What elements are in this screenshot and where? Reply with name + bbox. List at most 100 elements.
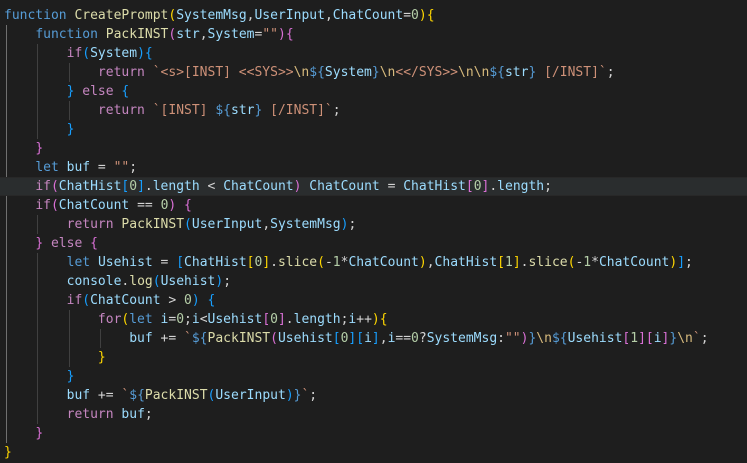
code-line[interactable]: if(ChatHist[0].length < ChatCount) ChatC… (0, 177, 747, 196)
code-token: , (426, 255, 435, 270)
code-line[interactable]: if(ChatCount > 0) { (0, 291, 747, 310)
code-line[interactable]: } (0, 367, 747, 386)
code-token: > (160, 293, 185, 308)
code-line[interactable]: } (0, 424, 747, 443)
code-token: < (199, 179, 224, 194)
code-token: - (324, 255, 333, 270)
code-token: } (35, 426, 44, 441)
code-token: System (324, 65, 372, 80)
code-line[interactable]: buf += `${PackINST(UserInput)}`; (0, 386, 747, 405)
code-line[interactable]: let buf = ""; (0, 158, 747, 177)
code-line[interactable]: function CreatePrompt(SystemMsg,UserInpu… (0, 6, 747, 25)
code-line[interactable]: return PackINST(UserInput,SystemMsg); (0, 215, 747, 234)
code-token: ] (137, 179, 145, 194)
code-token: 1 (332, 255, 341, 270)
code-token: ] (371, 331, 380, 346)
code-token: Usehist (567, 331, 623, 346)
code-token: slice (277, 255, 318, 270)
code-line[interactable]: } (0, 139, 747, 158)
code-line[interactable]: let Usehist = [ChatHist[0].slice(-1*Chat… (0, 253, 747, 272)
code-token: ] (638, 331, 646, 346)
code-token: ( (270, 331, 278, 346)
code-token: , (324, 8, 333, 23)
code-token: { (426, 8, 435, 23)
code-token: ; (144, 407, 153, 422)
code-token: } (35, 236, 44, 251)
code-line[interactable]: console.log(Usehist); (0, 272, 747, 291)
code-line[interactable]: } else { (0, 234, 747, 253)
code-line[interactable]: return `[INST] ${str} [/INST]`; (0, 101, 747, 120)
code-token: . (285, 312, 294, 327)
code-token: ${ (551, 331, 568, 346)
code-token: ; (606, 65, 615, 80)
code-line[interactable]: return buf; (0, 405, 747, 424)
code-token: ; (129, 160, 138, 175)
code-token: [/INST]` (536, 65, 607, 80)
code-token: console (66, 274, 122, 289)
code-token: buf (66, 160, 91, 175)
code-token: } (371, 65, 380, 80)
code-token: ChatHist (403, 179, 466, 194)
code-token: str (504, 65, 529, 80)
code-token: "" (113, 160, 130, 175)
code-line[interactable]: for(let i=0;i<Usehist[0].length;i++){ (0, 310, 747, 329)
code-token: ` (692, 331, 701, 346)
code-token: { (207, 293, 216, 308)
code-token: [ (465, 179, 474, 194)
code-token: \n (536, 331, 552, 346)
code-line[interactable]: } (0, 348, 747, 367)
code-token: == (129, 198, 161, 213)
code-token: [ (246, 255, 255, 270)
code-line[interactable]: buf += `${PackINST(Usehist[0][i],i==0?Sy… (0, 329, 747, 348)
code-token: ChatCount (223, 179, 294, 194)
code-token: ; (544, 179, 552, 194)
code-token: return (66, 407, 114, 422)
code-token: } (66, 122, 75, 137)
code-line[interactable]: return `<s>[INST] <<SYS>>\n${System}\n<<… (0, 63, 747, 82)
code-token: , (379, 331, 388, 346)
code-token: , (199, 27, 208, 42)
code-token: ChatHist (184, 255, 247, 270)
code-token: ] (262, 255, 271, 270)
code-token: \n (293, 65, 310, 80)
code-token: ] (277, 312, 286, 327)
code-token: ChatCount (309, 179, 380, 194)
code-token: UserInput (191, 217, 263, 232)
code-token: ) (277, 27, 286, 42)
code-token: return (97, 103, 145, 118)
code-line[interactable]: } (0, 120, 747, 139)
code-token: ++ (356, 312, 372, 327)
code-token: ] (677, 255, 686, 270)
code-token: ( (82, 46, 91, 61)
code-token: 1 (630, 331, 639, 346)
code-editor[interactable]: function CreatePrompt ( SystemMsg, UserInpu… (0, 0, 747, 463)
code-token: ; (332, 103, 341, 118)
code-token: if (66, 46, 83, 61)
code-line[interactable]: if(System){ (0, 44, 747, 63)
code-token: PackINST (144, 388, 208, 403)
code-token: ${ (309, 65, 325, 80)
code-token: SystemMsg (176, 8, 247, 23)
code-token: function (4, 8, 67, 23)
code-token: < (199, 312, 208, 327)
code-token: CreatePrompt (74, 8, 169, 23)
code-line[interactable]: } else { (0, 82, 747, 101)
code-line[interactable]: function PackINST(str,System=""){ (0, 25, 747, 44)
code-token: <</SYS>> (395, 65, 458, 80)
code-line[interactable]: if(ChatCount == 0) { (0, 196, 747, 215)
code-line[interactable]: } (0, 443, 747, 462)
code-token: [/INST]` (262, 103, 333, 118)
code-token: { (121, 84, 130, 99)
code-token: ; (309, 388, 318, 403)
